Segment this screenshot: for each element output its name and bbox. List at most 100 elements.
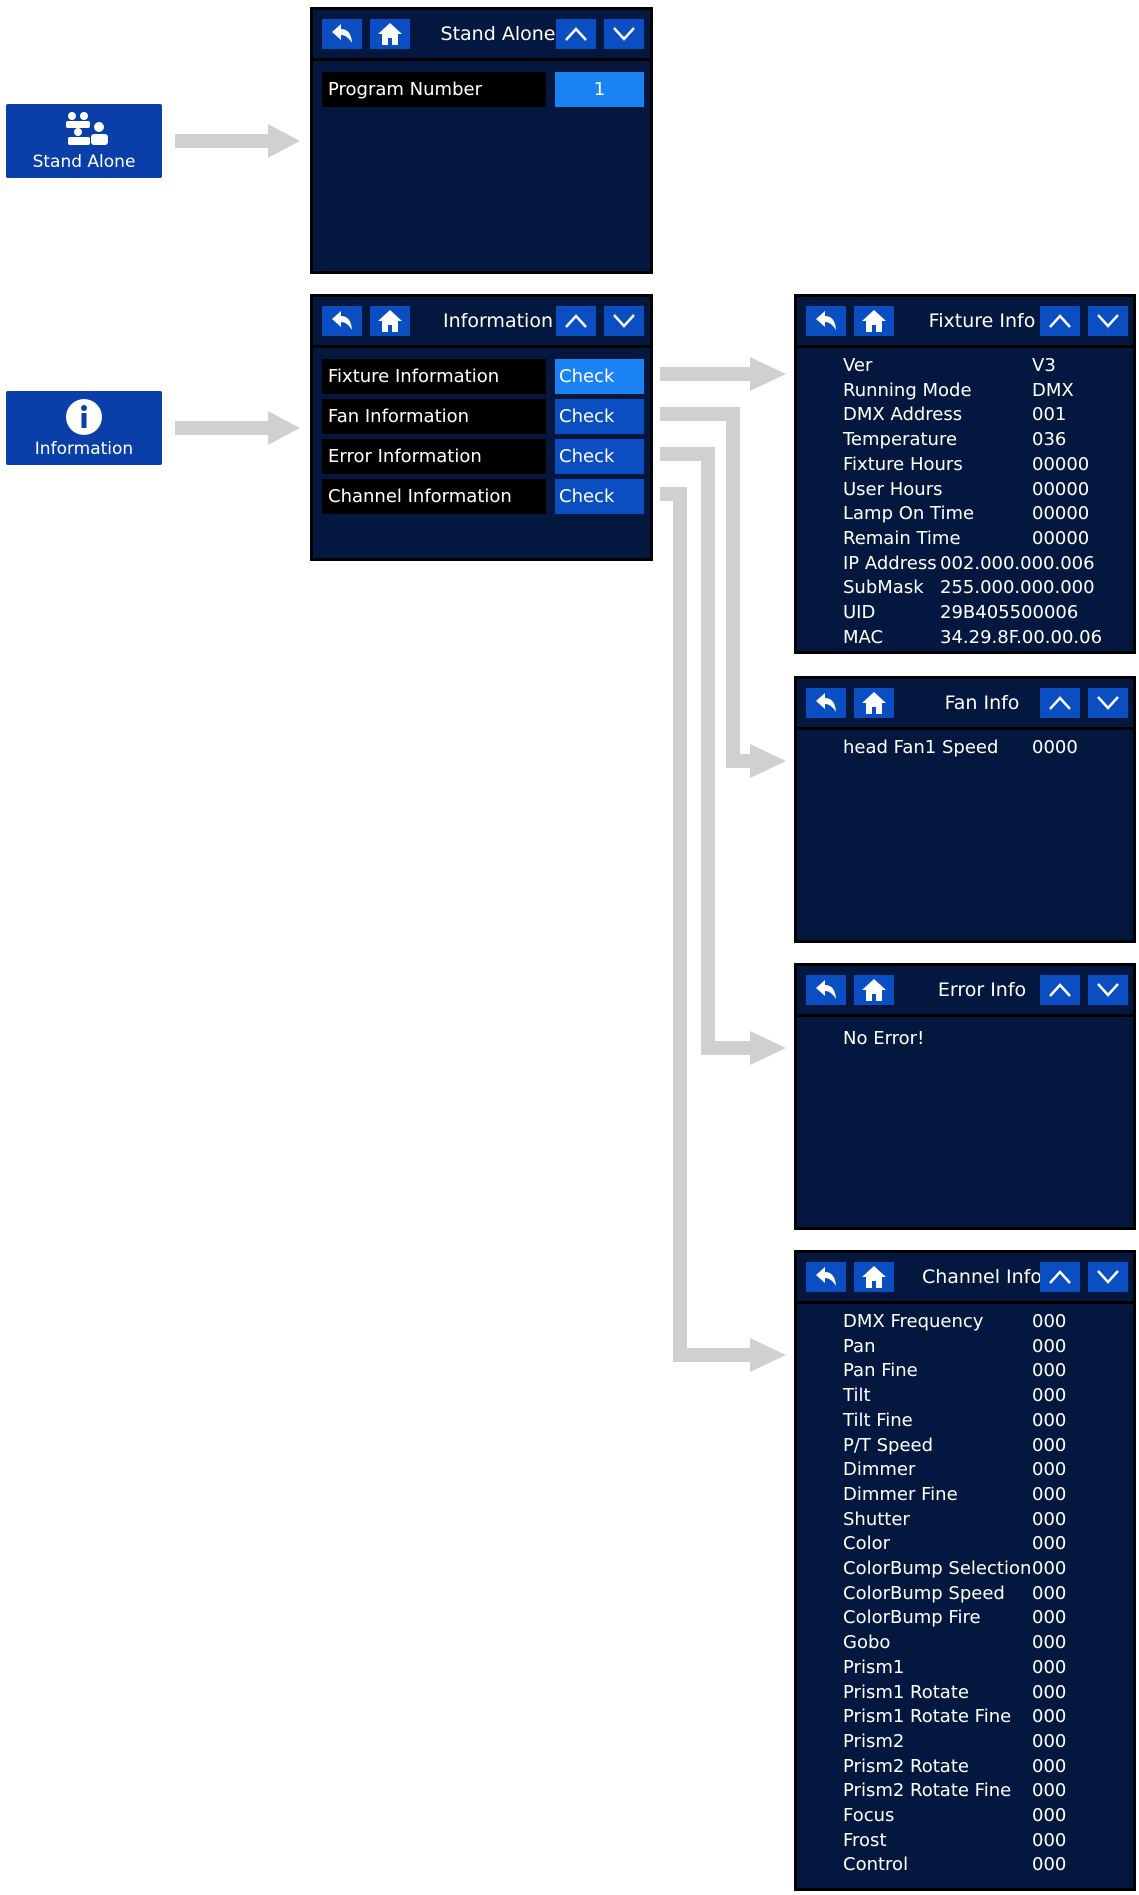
back-button[interactable] xyxy=(806,975,846,1005)
info-row-value: 036 xyxy=(1032,429,1067,451)
information-panel: Information Fixture Information Check Fa… xyxy=(310,294,653,561)
program-number-value[interactable]: 1 xyxy=(555,72,644,107)
info-row-label: Focus xyxy=(843,1805,895,1826)
channel-information-row: Channel Information Check xyxy=(322,479,644,514)
info-row-value: 000 xyxy=(1032,1582,1067,1604)
info-row-value: 255.000.000.000 xyxy=(940,577,1095,599)
arrowhead xyxy=(268,411,300,445)
error-information-check-button[interactable]: Check xyxy=(555,439,644,474)
info-row-value: 00000 xyxy=(1032,503,1090,525)
panel-header: Fan Info xyxy=(797,679,1133,730)
down-button[interactable] xyxy=(1088,688,1128,718)
info-row-label: Fixture Hours xyxy=(843,453,963,475)
info-row-label: Tilt xyxy=(843,1385,871,1407)
info-row-value: 000 xyxy=(1032,1681,1067,1703)
fan-information-check-button[interactable]: Check xyxy=(555,399,644,434)
back-arrow-icon xyxy=(816,311,836,330)
down-button[interactable] xyxy=(604,306,644,336)
home-button[interactable] xyxy=(854,975,894,1005)
info-row-value: 000 xyxy=(1032,1385,1067,1407)
down-button[interactable] xyxy=(1088,975,1128,1005)
fixture-information-label: Fixture Information xyxy=(322,359,546,394)
down-button[interactable] xyxy=(1088,306,1128,336)
down-button[interactable] xyxy=(1088,1262,1128,1292)
up-button[interactable] xyxy=(556,306,596,336)
back-button[interactable] xyxy=(806,306,846,336)
home-button[interactable] xyxy=(854,306,894,336)
info-row-value: 000 xyxy=(1032,1508,1067,1530)
up-button[interactable] xyxy=(1040,306,1080,336)
stand-alone-tile[interactable]: Stand Alone xyxy=(6,104,162,178)
info-row-label: head Fan1 Speed xyxy=(843,737,999,758)
home-button[interactable] xyxy=(854,688,894,718)
info-row-value: 002.000.000.006 xyxy=(940,552,1095,574)
info-row-value: DMX xyxy=(1032,379,1074,401)
home-button[interactable] xyxy=(370,306,410,336)
info-row-label: ColorBump Speed xyxy=(843,1582,1005,1604)
info-row-label: P/T Speed xyxy=(843,1434,934,1456)
info-row-value: 000 xyxy=(1032,1483,1067,1505)
channel-info-panel: Channel Info DMX Frequency 000 Pan 000 Pan F… xyxy=(794,1250,1136,1891)
info-row-value: 000 xyxy=(1032,1409,1067,1431)
panel-header: Error Info xyxy=(797,966,1133,1017)
up-button[interactable] xyxy=(1040,688,1080,718)
fixture-information-check-button[interactable]: Check xyxy=(555,359,644,394)
chevron-down-icon xyxy=(1097,696,1119,710)
chevron-up-icon xyxy=(565,27,587,41)
stand-alone-tile-label: Stand Alone xyxy=(32,152,136,172)
info-row-label: Prism2 Rotate Fine xyxy=(843,1780,1012,1802)
info-row-value: 000 xyxy=(1032,1805,1067,1826)
info-row-label: Pan xyxy=(843,1335,876,1357)
home-icon xyxy=(862,692,886,714)
up-button[interactable] xyxy=(1040,1262,1080,1292)
users-group-icon xyxy=(66,112,108,145)
panel-header: Fixture Info xyxy=(797,297,1133,348)
up-button[interactable] xyxy=(556,19,596,49)
info-row-value: 000 xyxy=(1032,1434,1067,1456)
back-button[interactable] xyxy=(322,19,362,49)
fixture-info-panel: Fixture Info Ver V3 Running Mode DMX DMX Add… xyxy=(794,294,1136,654)
error-information-label: Error Information xyxy=(322,439,546,474)
information-tile[interactable]: Information xyxy=(6,391,162,465)
home-button[interactable] xyxy=(854,1262,894,1292)
back-button[interactable] xyxy=(806,688,846,718)
info-row-value: 000 xyxy=(1032,1533,1067,1555)
info-row-label: Gobo xyxy=(843,1632,891,1654)
panel-title: Fixture Info xyxy=(928,310,1036,332)
up-button[interactable] xyxy=(1040,975,1080,1005)
information-tile-label: Information xyxy=(34,439,134,459)
arrowhead xyxy=(750,1031,786,1065)
info-row-label: DMX Address xyxy=(843,404,963,426)
info-row-value: 000 xyxy=(1032,1780,1067,1802)
error-information-row: Error Information Check xyxy=(322,439,644,474)
info-row-value: 000 xyxy=(1032,1632,1067,1654)
info-row-value: 000 xyxy=(1032,1854,1067,1876)
back-arrow-icon xyxy=(332,24,352,43)
down-button[interactable] xyxy=(604,19,644,49)
home-icon xyxy=(378,310,402,332)
info-row-label: User Hours xyxy=(843,478,943,500)
info-row-label: IP Address xyxy=(843,552,937,574)
channel-information-check-button[interactable]: Check xyxy=(555,479,644,514)
back-arrow-icon xyxy=(816,693,836,712)
info-row-label: ColorBump Fire xyxy=(843,1607,981,1629)
error-message: No Error! xyxy=(843,1028,925,1049)
home-icon xyxy=(378,23,402,45)
fixture-information-row: Fixture Information Check xyxy=(322,359,644,394)
home-icon xyxy=(862,310,886,332)
back-button[interactable] xyxy=(322,306,362,336)
info-row-value: 000 xyxy=(1032,1607,1067,1629)
info-row-value: 000 xyxy=(1032,1360,1067,1382)
info-row-label: Shutter xyxy=(843,1508,910,1530)
info-row-value: 29B405500006 xyxy=(940,602,1079,623)
info-row-label: Dimmer Fine xyxy=(843,1483,958,1505)
back-arrow-icon xyxy=(816,1267,836,1286)
home-button[interactable] xyxy=(370,19,410,49)
info-row-value: 0000 xyxy=(1032,737,1078,758)
arrowhead xyxy=(750,1338,786,1372)
error-info-panel: Error Info No Error! xyxy=(794,963,1136,1230)
chevron-up-icon xyxy=(1049,696,1071,710)
home-icon xyxy=(862,979,886,1001)
back-button[interactable] xyxy=(806,1262,846,1292)
chevron-down-icon xyxy=(1097,314,1119,328)
